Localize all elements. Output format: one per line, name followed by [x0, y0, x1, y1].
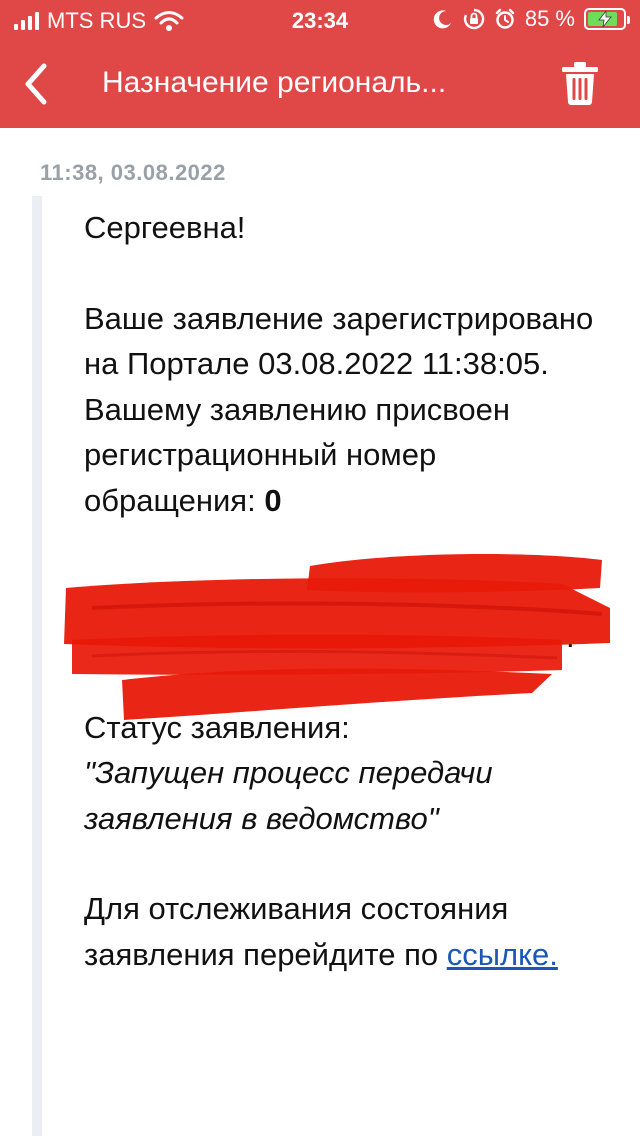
tracking-text: Для отслеживания состояния заявления пер… — [84, 891, 509, 972]
trash-icon — [562, 62, 598, 105]
battery-charging-icon — [584, 8, 630, 30]
moon-icon — [433, 10, 451, 29]
message-quote-bar — [32, 196, 42, 1136]
page-title: Назначение региональ... — [102, 66, 447, 99]
tracking-link[interactable]: ссылке. — [447, 937, 558, 972]
rotation-lock-icon — [463, 8, 485, 30]
battery-percent: 85 % — [524, 6, 575, 31]
delete-button[interactable] — [558, 58, 602, 108]
registration-number-start: 0 — [264, 482, 282, 518]
registration-text: Ваше заявление зарегистрировано на Порта… — [84, 300, 594, 518]
status-paragraph: Статус заявления: "Запущен процесс перед… — [84, 705, 614, 842]
redaction-scribble — [64, 554, 610, 720]
nav-bar: Назначение региональ... — [0, 40, 640, 128]
status-value: "Запущен процесс передачи заявления в ве… — [84, 755, 493, 836]
message-timestamp: 11:38, 03.08.2022 — [40, 160, 226, 185]
status-bar: MTS RUS 23:34 85 % — [0, 0, 640, 40]
status-right: 85 % — [432, 6, 630, 32]
tracking-paragraph: Для отслеживания состояния заявления пер… — [84, 886, 614, 977]
app-header: MTS RUS 23:34 85 % Назначение региональ.… — [0, 0, 640, 128]
back-button[interactable] — [8, 54, 64, 114]
greeting: Сергеевна! — [84, 210, 246, 245]
alarm-icon — [495, 8, 515, 29]
chevron-left-icon — [25, 63, 47, 105]
